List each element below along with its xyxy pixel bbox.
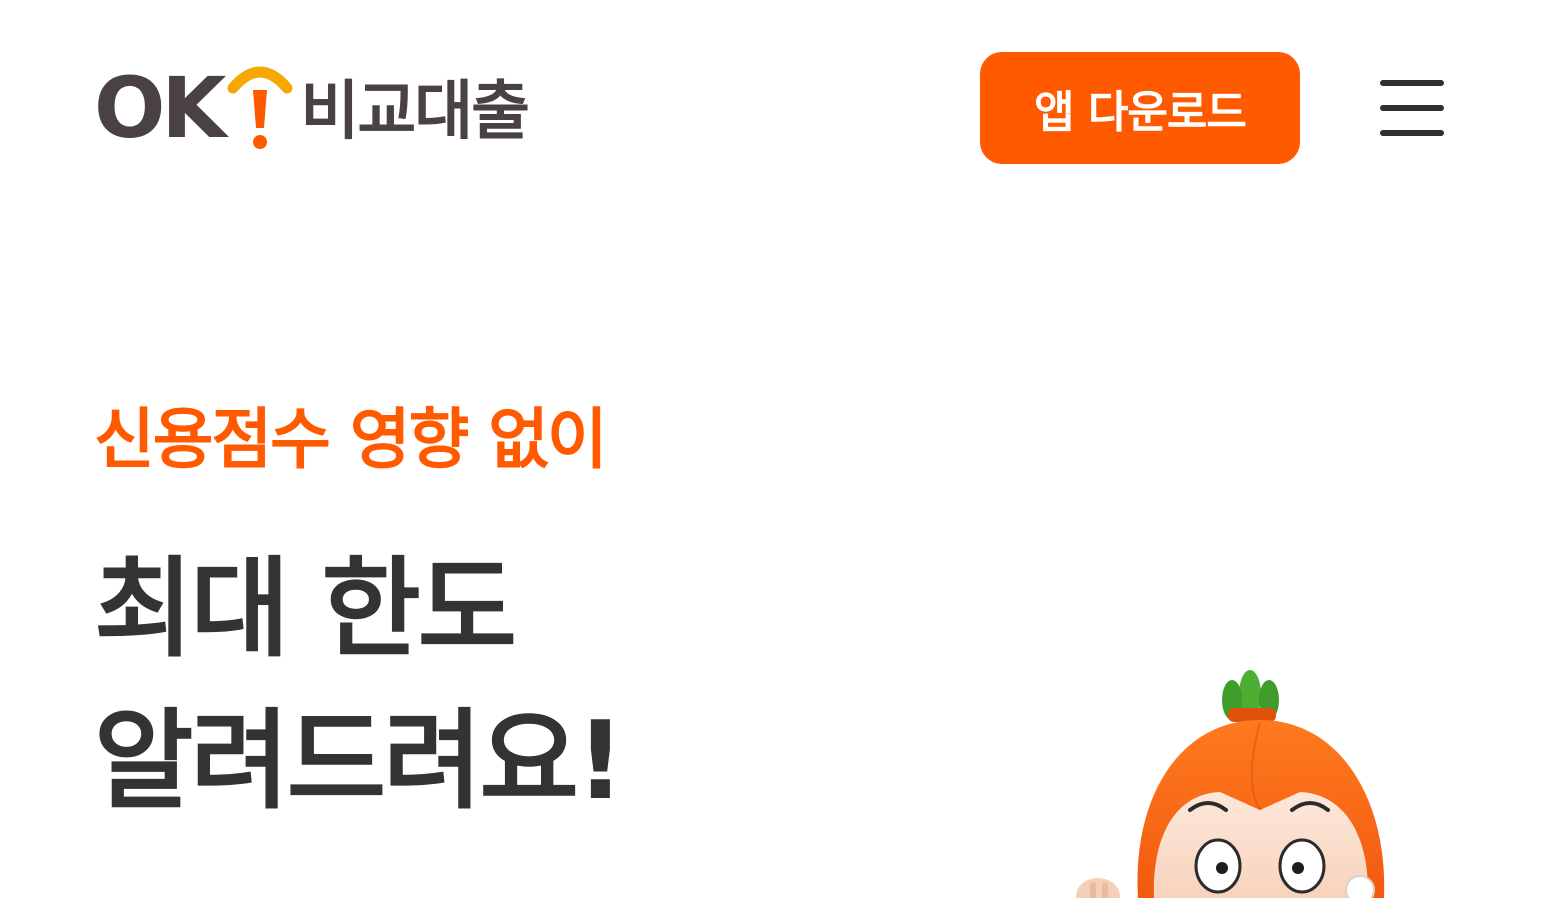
exclamation-wifi-icon (227, 62, 293, 154)
hero-title-line-2: 알려드려요! (94, 699, 625, 824)
hamburger-menu-icon[interactable] (1378, 78, 1446, 138)
app-download-button[interactable]: 앱 다운로드 (980, 52, 1300, 164)
carrot-mascot-image (1070, 660, 1430, 898)
logo-ok-text: OK (94, 59, 226, 157)
menu-bar-bottom (1380, 130, 1444, 136)
logo[interactable]: OK 비교대출 (94, 62, 594, 154)
menu-bar-middle (1380, 105, 1444, 111)
menu-bar-top (1380, 80, 1444, 86)
logo-korean-text: 비교대출 (300, 75, 531, 149)
page: OK 비교대출 앱 다운로드 신용점수 영향 없이 최대 한도 알려드려요! (0, 0, 1552, 898)
hero-title-line-1: 최대 한도 (94, 547, 517, 672)
hero-title: 최대 한도 알려드려요! (94, 534, 625, 838)
hero-subtitle: 신용점수 영향 없이 (94, 401, 608, 478)
